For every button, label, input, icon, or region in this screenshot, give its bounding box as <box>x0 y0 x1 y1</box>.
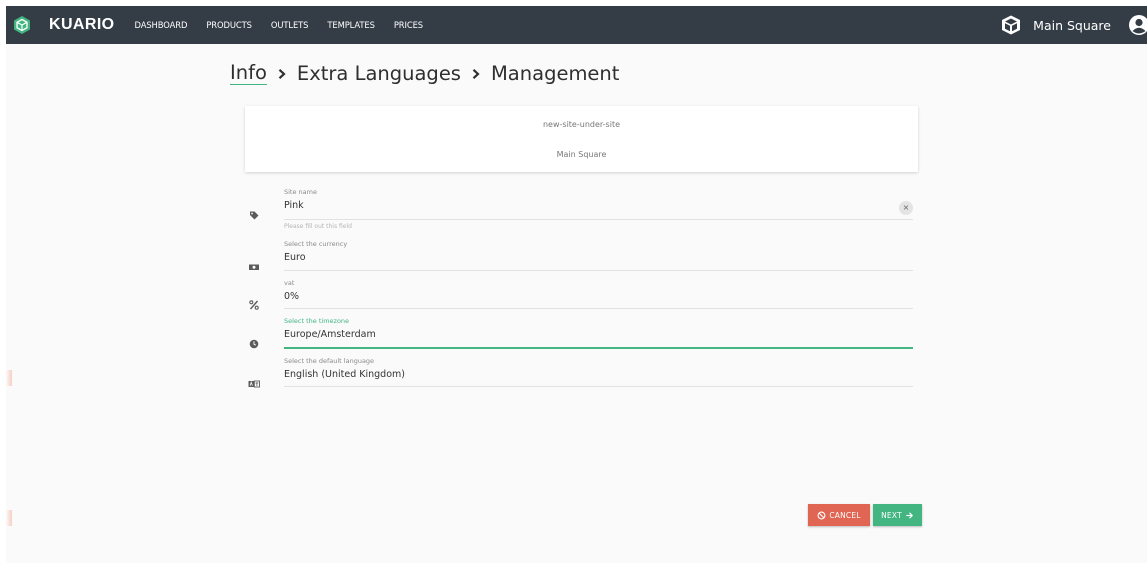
main-nav: DASHBOARD PRODUCTS OUTLETS TEMPLATES PRI… <box>135 20 443 30</box>
cancel-button[interactable]: CANCEL <box>808 504 870 526</box>
top-right-area: Main Square <box>1000 6 1147 44</box>
currency-label: Select the currency <box>284 240 348 248</box>
percent-icon <box>249 300 259 310</box>
arrow-right-icon <box>906 511 913 519</box>
site-info-card: new-site-under-site Main Square <box>245 106 918 172</box>
app-window: KUARIO DASHBOARD PRODUCTS OUTLETS TEMPLA… <box>6 6 1147 563</box>
money-icon <box>249 264 259 270</box>
next-label: NEXT <box>881 510 902 520</box>
site-slug: new-site-under-site <box>542 120 620 129</box>
edge-decoration <box>6 510 12 526</box>
brand-home-link[interactable]: KUARIO <box>12 15 115 35</box>
tag-icon <box>250 211 259 220</box>
breadcrumb-extra-languages: Extra Languages <box>296 62 461 85</box>
clock-icon <box>249 339 259 349</box>
breadcrumb-management: Management <box>490 62 620 85</box>
breadcrumb: Info Extra Languages Management <box>230 62 619 85</box>
language-field[interactable]: Select the default language <box>284 357 913 389</box>
vat-input[interactable] <box>284 291 884 302</box>
site-name-hint: Please fill out this field <box>284 223 352 230</box>
parent-site-name: Main Square <box>556 150 607 159</box>
brand-name: KUARIO <box>49 16 115 33</box>
timezone-field[interactable]: Select the timezone <box>284 317 913 351</box>
top-navigation-bar: KUARIO DASHBOARD PRODUCTS OUTLETS TEMPLA… <box>6 6 1147 44</box>
cancel-label: CANCEL <box>829 510 861 520</box>
vat-underline <box>284 308 913 309</box>
timezone-label: Select the timezone <box>284 317 350 325</box>
timezone-select[interactable] <box>284 329 884 340</box>
kuario-logo-icon <box>14 16 30 34</box>
language-underline <box>284 386 913 387</box>
site-name-field: Site name × Please fill out this field <box>284 188 913 233</box>
chevron-right-icon <box>278 68 286 79</box>
location-name[interactable]: Main Square <box>1033 18 1111 33</box>
breadcrumb-info-link[interactable]: Info <box>230 62 267 85</box>
chevron-right-icon <box>472 68 480 79</box>
language-select[interactable] <box>284 369 884 380</box>
user-circle-icon[interactable] <box>1128 14 1147 36</box>
close-icon: × <box>902 203 910 212</box>
timezone-underline <box>284 347 913 349</box>
site-name-input[interactable] <box>284 200 884 211</box>
site-name-underline <box>284 219 913 220</box>
site-name-label: Site name <box>284 188 317 196</box>
edge-decoration <box>6 370 12 386</box>
nav-item-products[interactable]: PRODUCTS <box>206 20 252 30</box>
currency-underline <box>284 270 913 271</box>
language-label: Select the default language <box>284 357 375 365</box>
vat-field: vat <box>284 279 913 311</box>
currency-select[interactable] <box>284 252 884 263</box>
cube-icon[interactable] <box>1000 14 1022 36</box>
clear-site-name-button[interactable]: × <box>899 201 913 215</box>
nav-item-outlets[interactable]: OUTLETS <box>271 20 309 30</box>
nav-item-prices[interactable]: PRICES <box>394 20 423 30</box>
vat-label: vat <box>284 279 295 287</box>
ban-icon <box>817 511 826 519</box>
nav-item-dashboard[interactable]: DASHBOARD <box>135 20 188 30</box>
nav-item-templates[interactable]: TEMPLATES <box>327 20 375 30</box>
next-button[interactable]: NEXT <box>873 504 922 526</box>
translate-icon <box>248 380 260 388</box>
currency-field[interactable]: Select the currency <box>284 240 913 272</box>
